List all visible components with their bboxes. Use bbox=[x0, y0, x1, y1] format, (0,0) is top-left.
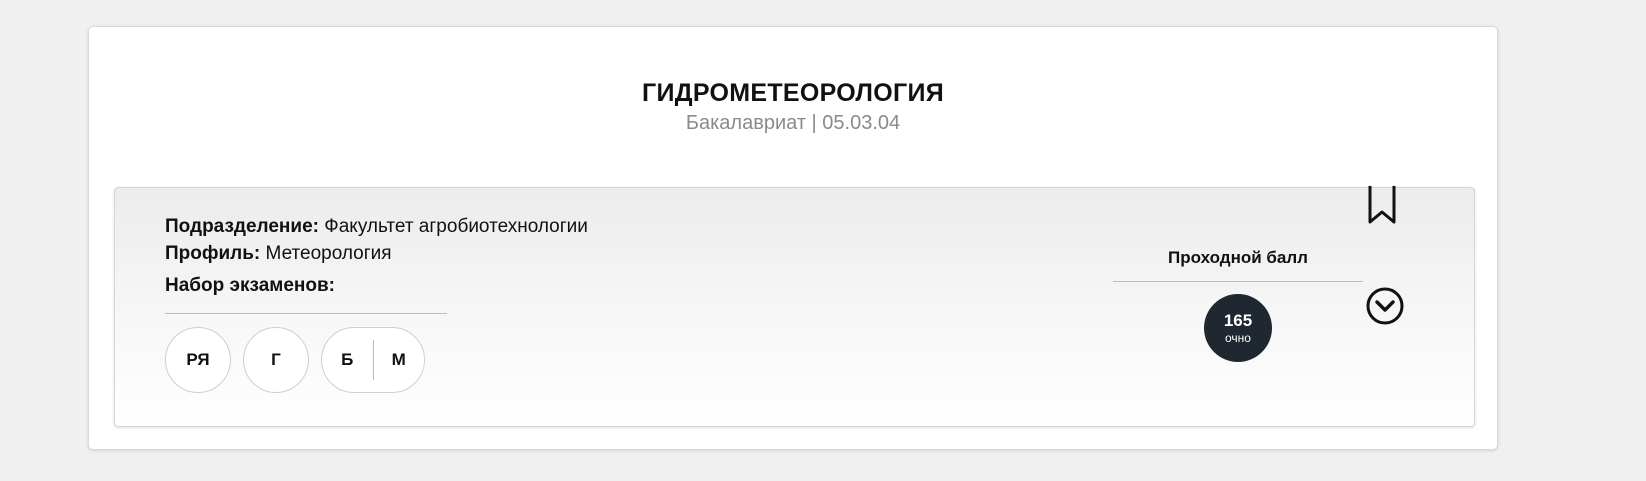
program-subtitle: Бакалавриат | 05.03.04 bbox=[685, 112, 901, 134]
bookmark-icon-svg bbox=[1368, 186, 1396, 224]
program-card: ГИДРОМЕТЕОРОЛОГИЯ Бакалавриат | 05.03.04… bbox=[88, 26, 1498, 450]
exam-chip-math[interactable]: М bbox=[374, 350, 425, 370]
passing-score-label: Проходной балл bbox=[1168, 248, 1308, 267]
program-details-panel: Подразделение: Факультет агробиотехнолог… bbox=[114, 186, 1475, 427]
exams-heading: Набор экзаменов: bbox=[165, 273, 335, 299]
exam-chip-choice[interactable]: Б М bbox=[321, 327, 425, 393]
division-value: Факультет агробиотехнологии bbox=[324, 216, 588, 237]
exams-divider bbox=[165, 313, 447, 314]
expand-icon-svg bbox=[1366, 287, 1404, 325]
passing-score-block: Проходной балл 165 очно bbox=[1113, 246, 1363, 362]
passing-score-mode: очно bbox=[1225, 330, 1251, 345]
passing-score-divider bbox=[1113, 281, 1363, 282]
exams-label: Набор экзаменов: bbox=[165, 275, 335, 296]
program-header: ГИДРОМЕТЕОРОЛОГИЯ Бакалавриат | 05.03.04 bbox=[89, 77, 1497, 137]
passing-score-badge: 165 очно bbox=[1204, 294, 1272, 362]
profile-value: Метеорология bbox=[265, 243, 392, 264]
exam-chips: РЯ Г Б М bbox=[165, 327, 425, 393]
passing-score-value: 165 bbox=[1223, 310, 1253, 330]
exam-chip-biology[interactable]: Б bbox=[322, 350, 373, 370]
exam-chip-geography[interactable]: Г bbox=[243, 327, 309, 393]
division-line: Подразделение: Факультет агробиотехнолог… bbox=[165, 214, 588, 240]
profile-label: Профиль: bbox=[165, 243, 261, 264]
program-title: ГИДРОМЕТЕОРОЛОГИЯ bbox=[642, 79, 944, 107]
bookmark-icon[interactable] bbox=[1367, 186, 1397, 226]
chevron-down-circle-icon[interactable] bbox=[1365, 286, 1405, 326]
exam-chip-russian[interactable]: РЯ bbox=[165, 327, 231, 393]
profile-line: Профиль: Метеорология bbox=[165, 241, 392, 267]
division-label: Подразделение: bbox=[165, 216, 319, 237]
